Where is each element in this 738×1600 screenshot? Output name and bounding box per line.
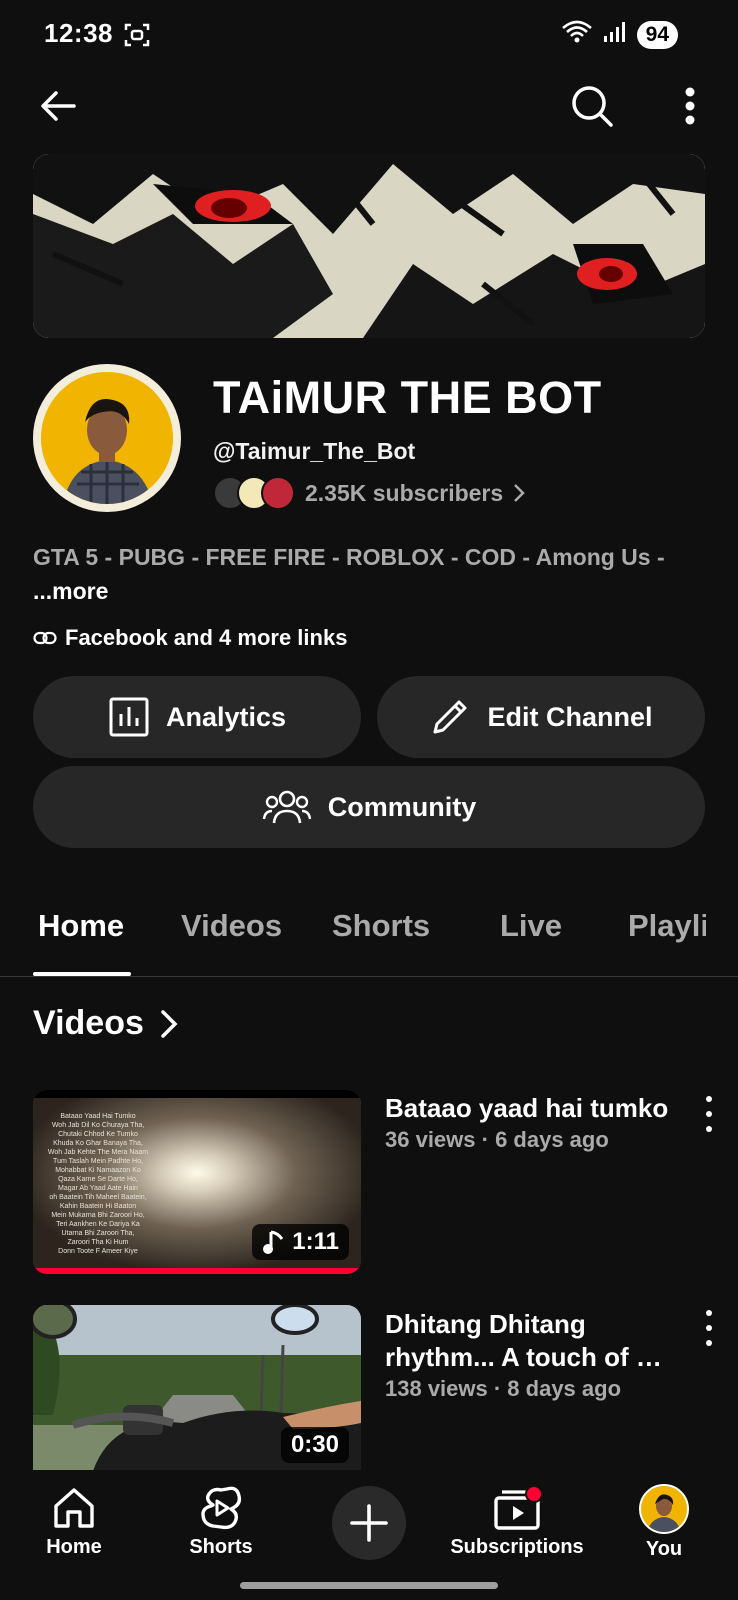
subscriber-count: 2.35K subscribers	[305, 479, 504, 506]
channel-links[interactable]: Facebook and 4 more links	[33, 625, 347, 651]
community-button[interactable]: Community	[33, 766, 705, 848]
channel-banner	[33, 154, 705, 338]
subscriptions-icon	[494, 1485, 542, 1530]
edit-channel-button[interactable]: Edit Channel	[377, 676, 705, 758]
status-time: 12:38	[44, 18, 113, 48]
tab-playlists[interactable]: Playli	[628, 908, 706, 944]
subscriber-avatars	[213, 476, 295, 510]
thumbnail-lyric-line: Utarna Bhi Zaroori Tha,	[61, 1230, 135, 1237]
tab-home[interactable]: Home	[38, 908, 124, 944]
profile-avatar	[639, 1484, 689, 1534]
tab-shorts[interactable]: Shorts	[332, 908, 430, 944]
channel-avatar[interactable]	[33, 364, 181, 512]
video-more-button[interactable]	[697, 1096, 721, 1132]
watch-progress-bar	[33, 1268, 361, 1274]
thumbnail-lyric-line: Mohabbat Ki Namaazon Ko	[55, 1167, 141, 1174]
channel-name: TAiMUR THE BOT	[213, 372, 602, 423]
home-icon	[54, 1488, 94, 1528]
shorts-icon	[201, 1486, 242, 1530]
tab-videos[interactable]: Videos	[181, 908, 282, 944]
video-thumbnail[interactable]: 0:30	[33, 1305, 361, 1471]
thumbnail-lyric-line: Qaza Karne Se Darte Ho,	[58, 1176, 138, 1183]
thumbnail-lyric-line: Chutaki Chhod Ke Tumko	[58, 1131, 138, 1138]
more-options-button[interactable]	[672, 82, 708, 130]
thumbnail-lyric-line: Kahin Baatein Hi Baaton	[59, 1203, 137, 1210]
edit-channel-label: Edit Channel	[487, 701, 653, 732]
more-link[interactable]: ...more	[33, 578, 108, 604]
nav-home-label: Home	[46, 1536, 102, 1558]
search-button[interactable]	[566, 80, 618, 132]
subscribers-row[interactable]: 2.35K subscribers	[213, 476, 525, 510]
tab-live[interactable]: Live	[500, 908, 562, 944]
video-duration: 1:11	[252, 1224, 349, 1260]
arrow-left-icon	[41, 91, 76, 121]
videos-section-title: Videos	[33, 1004, 144, 1042]
links-text: Facebook and 4 more links	[65, 625, 348, 650]
screen-record-icon	[124, 22, 150, 53]
thumbnail-lyric-line: oh Baatein Tih Maheel Baatein,	[49, 1194, 147, 1201]
video-title: Bataao yaad hai tumko	[385, 1093, 669, 1123]
thumbnail-lyric-line: Zaroori Tha Ki Hum	[67, 1239, 129, 1246]
create-button[interactable]	[332, 1486, 406, 1560]
nav-shorts[interactable]: Shorts	[188, 1484, 254, 1559]
signal-icon	[603, 21, 627, 48]
back-button[interactable]	[34, 82, 82, 130]
thumbnail-lyrics: Bataao Yaad Hai Tumko Woh Jab Dil Ko Chur…	[33, 1112, 163, 1256]
duration-text: 1:11	[292, 1228, 339, 1255]
analytics-button[interactable]: Analytics	[33, 676, 361, 758]
video-meta: 36 views · 6 days ago	[385, 1127, 609, 1152]
analytics-label: Analytics	[165, 701, 287, 732]
description-text: GTA 5 - PUBG - FREE FIRE - ROBLOX - COD …	[33, 544, 665, 570]
video-meta: 138 views · 8 days ago	[385, 1376, 622, 1401]
nav-you-label: You	[645, 1538, 683, 1560]
channel-handle: @Taimur_The_Bot	[213, 438, 416, 464]
nav-home[interactable]: Home	[44, 1484, 104, 1559]
video-title: Dhitang Dhitang rhythm... A touch of …	[385, 1309, 662, 1372]
analytics-icon	[109, 697, 149, 737]
nav-subscriptions[interactable]: Subscriptions	[450, 1484, 584, 1559]
video-more-button[interactable]	[697, 1310, 721, 1346]
video-thumbnail[interactable]: Bataao Yaad Hai Tumko Woh Jab Dil Ko Chur…	[33, 1090, 361, 1274]
videos-section-header[interactable]: Videos	[33, 1004, 178, 1043]
thumbnail-lyric-line: Khuda Ko Ghar Banaya Tha,	[53, 1140, 143, 1147]
thumbnail-lyric-line: Woh Jab Kehte The Mera Naam	[47, 1149, 149, 1156]
bottom-navigation: Home Shorts Subscriptions You	[0, 1470, 738, 1600]
nav-shorts-label: Shorts	[189, 1536, 253, 1558]
search-icon	[572, 86, 613, 127]
thumbnail-lyric-line: Tum Taslah Mein Padhte Ho,	[53, 1158, 143, 1165]
duration-text: 0:30	[290, 1431, 339, 1458]
subscriber-avatar	[261, 476, 295, 510]
plus-icon	[350, 1504, 388, 1542]
banner-artwork	[33, 154, 705, 338]
status-icons: 94	[561, 20, 678, 49]
video-info[interactable]: Bataao yaad hai tumko 36 views · 6 days …	[385, 1092, 675, 1153]
community-icon	[262, 790, 311, 824]
thumbnail-lyric-line: Bataao Yaad Hai Tumko	[60, 1113, 136, 1120]
battery-indicator: 94	[636, 20, 678, 49]
nav-you[interactable]: You	[636, 1484, 692, 1561]
music-note-icon	[263, 1230, 284, 1254]
thumbnail-lyric-line: Donn Toote F Ameer Kiye	[58, 1248, 138, 1255]
active-tab-indicator	[33, 972, 131, 976]
channel-description[interactable]: GTA 5 - PUBG - FREE FIRE - ROBLOX - COD …	[33, 540, 693, 608]
video-duration: 0:30	[280, 1427, 349, 1463]
video-info[interactable]: Dhitang Dhitang rhythm... A touch of … 1…	[385, 1308, 675, 1402]
pencil-icon	[433, 700, 467, 734]
chevron-right-icon	[161, 1009, 178, 1038]
link-icon	[33, 631, 57, 645]
thumbnail-lyric-line: Magar Ab Yaad Aate Hain	[58, 1185, 138, 1192]
community-label: Community	[327, 791, 477, 822]
chevron-right-icon	[514, 484, 525, 502]
home-indicator	[240, 1582, 498, 1589]
thumbnail-lyric-line: Mein Mukarna Bhi Zaroori Ho,	[51, 1212, 145, 1219]
thumbnail-lyric-line: Teri Aankhen Ke Dariya Ka	[56, 1221, 140, 1228]
nav-subscriptions-label: Subscriptions	[450, 1536, 584, 1558]
avatar-photo	[41, 372, 173, 504]
channel-tabs: Home Videos Shorts Live Playli	[0, 880, 738, 977]
wifi-icon	[561, 20, 593, 49]
more-vertical-icon	[685, 87, 695, 125]
thumbnail-lyric-line: Woh Jab Dil Ko Churaya Tha,	[51, 1122, 145, 1129]
